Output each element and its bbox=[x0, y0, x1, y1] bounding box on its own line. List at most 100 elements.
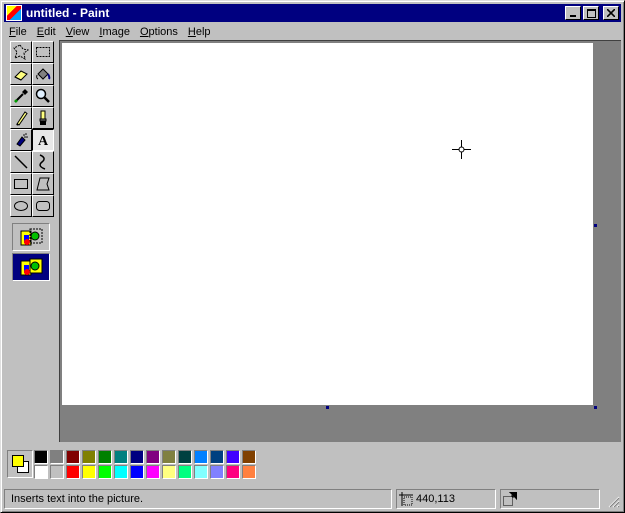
palette-color-swatch[interactable] bbox=[50, 450, 64, 464]
title-bar[interactable]: untitled - Paint bbox=[4, 4, 621, 22]
close-icon bbox=[607, 9, 615, 17]
resize-handle-corner[interactable] bbox=[594, 406, 597, 409]
palette-color-swatch[interactable] bbox=[146, 465, 160, 479]
picture-canvas[interactable] bbox=[62, 43, 593, 405]
maximize-button[interactable] bbox=[583, 6, 599, 20]
tool-box: A bbox=[6, 40, 56, 440]
menu-file[interactable]: File bbox=[4, 26, 32, 38]
drawing-area[interactable] bbox=[59, 40, 621, 442]
canvas-corner-marker bbox=[61, 406, 64, 409]
palette-color-swatch[interactable] bbox=[114, 450, 128, 464]
palette-color-swatch[interactable] bbox=[34, 450, 48, 464]
text-icon: A bbox=[38, 134, 49, 148]
opaque-background-icon bbox=[20, 258, 43, 276]
curve-tool[interactable] bbox=[32, 151, 54, 173]
rounded-rectangle-icon bbox=[36, 201, 50, 211]
palette-color-swatch[interactable] bbox=[242, 465, 256, 479]
fill-tool[interactable] bbox=[32, 63, 54, 85]
transparent-background-icon bbox=[20, 228, 43, 246]
eraser-tool[interactable] bbox=[10, 63, 32, 85]
cursor-position-icon bbox=[399, 492, 413, 506]
palette-color-swatch[interactable] bbox=[82, 450, 96, 464]
palette-color-swatch[interactable] bbox=[226, 465, 240, 479]
window-title: untitled - Paint bbox=[26, 6, 110, 20]
status-coordinates-panel: 440,113 bbox=[396, 489, 496, 509]
palette-color-swatch[interactable] bbox=[114, 465, 128, 479]
palette-color-swatch[interactable] bbox=[194, 450, 208, 464]
select-tool[interactable] bbox=[32, 41, 54, 63]
free-form-select-icon bbox=[13, 44, 29, 60]
minimize-button[interactable] bbox=[565, 6, 581, 20]
free-form-select-tool[interactable] bbox=[10, 41, 32, 63]
menu-options[interactable]: Options bbox=[135, 26, 183, 38]
status-message-panel: Inserts text into the picture. bbox=[4, 489, 392, 509]
curve-icon bbox=[39, 154, 46, 170]
cursor-coordinates: 440,113 bbox=[416, 493, 455, 505]
status-size-panel bbox=[500, 489, 600, 509]
pick-color-tool[interactable] bbox=[10, 85, 32, 107]
minimize-icon bbox=[570, 15, 576, 17]
resize-handle-bottom[interactable] bbox=[326, 406, 329, 409]
palette-color-swatch[interactable] bbox=[66, 465, 80, 479]
rect-select-icon bbox=[36, 47, 50, 57]
ellipse-tool[interactable] bbox=[10, 195, 32, 217]
status-message: Inserts text into the picture. bbox=[11, 493, 144, 505]
palette-color-swatch[interactable] bbox=[98, 465, 112, 479]
maximize-icon bbox=[586, 8, 596, 18]
pencil-icon bbox=[16, 111, 28, 126]
close-button[interactable] bbox=[603, 6, 619, 20]
palette-color-swatch[interactable] bbox=[66, 450, 80, 464]
menu-image[interactable]: Image bbox=[94, 26, 135, 38]
fill-bucket-icon bbox=[36, 68, 51, 80]
palette-color-swatch[interactable] bbox=[162, 465, 176, 479]
polygon-tool[interactable] bbox=[32, 173, 54, 195]
palette-color-swatch[interactable] bbox=[194, 465, 208, 479]
current-colors bbox=[7, 450, 33, 478]
palette-color-swatch[interactable] bbox=[178, 465, 192, 479]
brush-icon bbox=[39, 110, 47, 125]
rectangle-icon bbox=[14, 179, 28, 189]
eyedropper-icon bbox=[14, 89, 28, 103]
selection-size-icon bbox=[503, 492, 517, 506]
menu-help[interactable]: Help bbox=[183, 26, 216, 38]
palette-color-swatch[interactable] bbox=[210, 450, 224, 464]
menu-bar: File Edit View Image Options Help bbox=[4, 23, 621, 40]
palette-color-swatch[interactable] bbox=[50, 465, 64, 479]
paint-app-icon[interactable] bbox=[6, 5, 22, 21]
magnifier-tool[interactable] bbox=[32, 85, 54, 107]
ellipse-icon bbox=[14, 201, 28, 211]
resize-grip-icon[interactable] bbox=[606, 494, 620, 508]
svg-text:A: A bbox=[38, 134, 49, 148]
palette-color-swatch[interactable] bbox=[82, 465, 96, 479]
paint-window: untitled - Paint File Edit View Image Op… bbox=[0, 0, 625, 513]
airbrush-tool[interactable] bbox=[10, 129, 32, 151]
polygon-icon bbox=[36, 177, 50, 191]
line-tool[interactable] bbox=[10, 151, 32, 173]
palette-color-swatch[interactable] bbox=[130, 450, 144, 464]
foreground-color-swatch bbox=[12, 455, 24, 467]
pencil-tool[interactable] bbox=[10, 107, 32, 129]
resize-handle-right[interactable] bbox=[594, 224, 597, 227]
palette-color-swatch[interactable] bbox=[226, 450, 240, 464]
rectangle-tool[interactable] bbox=[10, 173, 32, 195]
palette-color-swatch[interactable] bbox=[98, 450, 112, 464]
menu-view[interactable]: View bbox=[61, 26, 95, 38]
crosshair-cursor-icon bbox=[452, 140, 471, 159]
airbrush-icon bbox=[16, 133, 28, 147]
text-transparent-option[interactable] bbox=[12, 223, 50, 251]
status-bar: Inserts text into the picture. 440,113 bbox=[4, 489, 621, 509]
palette-color-swatch[interactable] bbox=[34, 465, 48, 479]
text-opaque-option[interactable] bbox=[12, 253, 50, 281]
palette-color-swatch[interactable] bbox=[242, 450, 256, 464]
palette-color-swatch[interactable] bbox=[178, 450, 192, 464]
palette-color-swatch[interactable] bbox=[130, 465, 144, 479]
brush-tool[interactable] bbox=[32, 107, 54, 129]
palette-color-swatch[interactable] bbox=[146, 450, 160, 464]
eraser-icon bbox=[14, 70, 28, 81]
palette-color-swatch[interactable] bbox=[162, 450, 176, 464]
text-tool[interactable]: A bbox=[32, 129, 54, 151]
rounded-rectangle-tool[interactable] bbox=[32, 195, 54, 217]
menu-edit[interactable]: Edit bbox=[32, 26, 61, 38]
line-icon bbox=[14, 155, 28, 169]
palette-color-swatch[interactable] bbox=[210, 465, 224, 479]
